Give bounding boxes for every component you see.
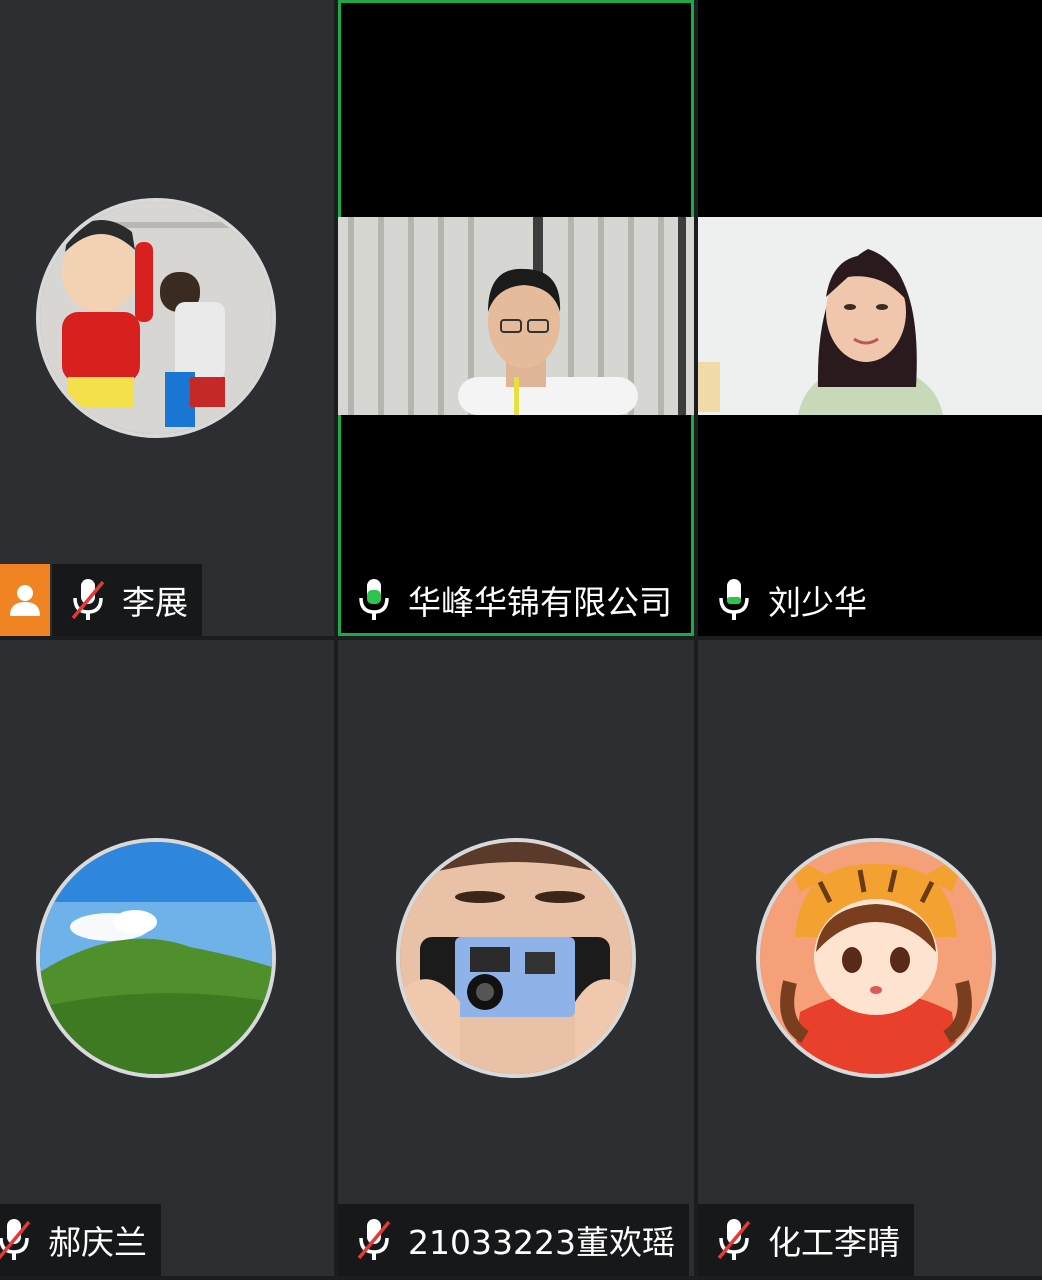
avatar-image-cartoon-girl-tiger-hat (760, 842, 992, 1074)
mic-speaking-icon (359, 579, 389, 620)
mic-icon (719, 579, 749, 620)
participant-video (698, 217, 1042, 415)
mic-muted-icon (357, 1219, 391, 1260)
participant-tile-3[interactable]: 刘少华 (698, 0, 1042, 636)
participant-nametag: 化工李晴 (698, 1204, 914, 1276)
avatar-image-girl-camera (400, 842, 632, 1074)
person-icon (10, 585, 40, 616)
participant-avatar (756, 838, 996, 1078)
participant-tile-5[interactable]: 21033223董欢瑶 (338, 640, 694, 1276)
participant-video (338, 217, 694, 415)
participant-nametag: 李展 (52, 564, 202, 636)
mic-muted-icon (717, 1219, 751, 1260)
participant-nametag: 21033223董欢瑶 (338, 1204, 689, 1276)
video-image-woman (698, 217, 1042, 415)
participant-nametag: 华峰华锦有限公司 (338, 564, 686, 636)
host-badge (0, 564, 50, 636)
avatar-image-green-hill (40, 842, 272, 1074)
avatar-image-cartoon-statue (40, 202, 272, 434)
participant-name: 刘少华 (768, 583, 867, 622)
participant-avatar (396, 838, 636, 1078)
participant-nametag: 郝庆兰 (0, 1204, 161, 1276)
video-image-man (338, 217, 694, 415)
participant-tile-1[interactable]: 李展 (0, 0, 334, 636)
participant-tile-2[interactable]: 华峰华锦有限公司 (338, 0, 694, 636)
participant-name: 郝庆兰 (48, 1223, 147, 1262)
participant-name: 21033223董欢瑶 (408, 1223, 675, 1262)
mic-muted-icon (71, 579, 105, 620)
participant-avatar (36, 838, 276, 1078)
participant-avatar (36, 198, 276, 438)
participant-name: 李展 (122, 583, 188, 622)
participant-name: 华峰华锦有限公司 (408, 583, 672, 622)
participant-tile-4[interactable]: 郝庆兰 (0, 640, 334, 1276)
mic-muted-icon (0, 1219, 31, 1260)
participant-nametag: 刘少华 (698, 564, 881, 636)
participant-name: 化工李晴 (768, 1223, 900, 1262)
participant-tile-6[interactable]: 化工李晴 (698, 640, 1042, 1276)
